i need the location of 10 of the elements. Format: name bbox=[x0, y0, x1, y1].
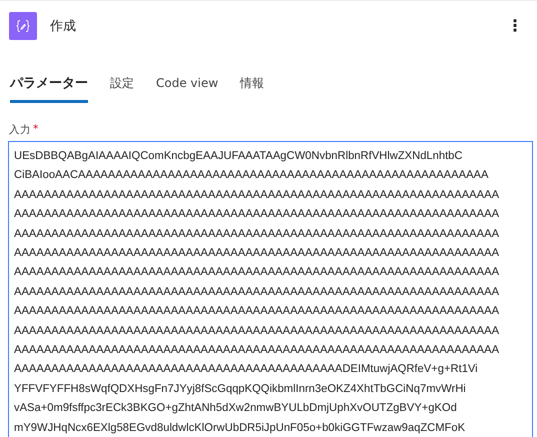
action-title: 作成 bbox=[50, 18, 76, 34]
more-options-button[interactable]: ⋮ bbox=[505, 16, 525, 35]
tab[interactable]: 情報 bbox=[240, 70, 264, 103]
tab[interactable]: 設定 bbox=[110, 70, 134, 103]
input-field[interactable]: UEsDBBQABgAIAAAAIQComKncbgEAAJUFAAATAAgCW0NvbnRlbnRfVHlwZXNdLnhtbC CiBAIooAACAAAAAAAAAAAAAAAAAAAAAAAAAAAAAAAAAAAAAAAAAAAAAAAAAAAAAAA AAAAAAAAAAAAAAAAAAAAAAAAAAAAAAAAAAAAAAAAAAAAAAAAAAAAAAAAAAAAAAAAA AAAAAAAAAAAAAAAAAAAAAAAAAAAAAAAAAAAAAAAAAAAAAAAAAAAAAAAAAAAAAAAAA AAAAAAAAAAAAAAAAAAAAAAAAAAAAAAAAAAAAAAAAAAAAAAAAAAAAAAAAAAAAAAAAA AAAAAAAAAAAAAAAAAAAAAAAAAAAAAAAAAAAAAAAAAAAAAAAAAAAAAAAAAAAAAAAAA AAAAAAAAAAAAAAAAAAAAAAAAAAAAAAAAAAAAAAAAAAAAAAAAAAAAAAAAAAAAAAAAA AAAAAAAAAAAAAAAAAAAAAAAAAAAAAAAAAAAAAAAAAAAAAAAAAAAAAAAAAAAAAAAAA AAAAAAAAAAAAAAAAAAAAAAAAAAAAAAAAAAAAAAAAAAAAAAAAAAAAAAAAAAAAAAAAA AAAAAAAAAAAAAAAAAAAAAAAAAAAAAAAAAAAAAAAAAAAAAAAAAAAAAAAAAAAAAAAAA AAAAAAAAAAAAAAAAAAAAAAAAAAAAAAAAAAAAAAAAAAAAAAAAAAAAAAAAAAAAAAAAA AAAAAAAAAAAAAAAAAAAAAAAAAAAAAAAAAAAAAAAAAAAADEIMtuwjAQRfeV+g+Rt1Vi YFFVFYFFH8sWqfQDXHsgFn7JYyj8fScGqqpKQQikbmlInrn3eOKZ4XhtTbGCiNq7mvWrHi vASa+0m9fsffpc3rECk3BKGO+gZhtANh5dXw2nmwBYULbDmjUphXvOUTZgBVY+gKOd mY9WJHqNcx6EXlg58EGvd8uldwlcKlOrwUbDR5iJpUnF05o+b0kiGGTFwzaw9aqZCMFoK bbox=[8, 141, 533, 437]
tab[interactable]: Code view bbox=[156, 70, 218, 103]
required-mark: * bbox=[33, 123, 38, 137]
code-braces-icon bbox=[9, 12, 37, 40]
field-label: 入力 bbox=[9, 123, 31, 137]
tab[interactable]: パラメーター bbox=[10, 70, 88, 103]
